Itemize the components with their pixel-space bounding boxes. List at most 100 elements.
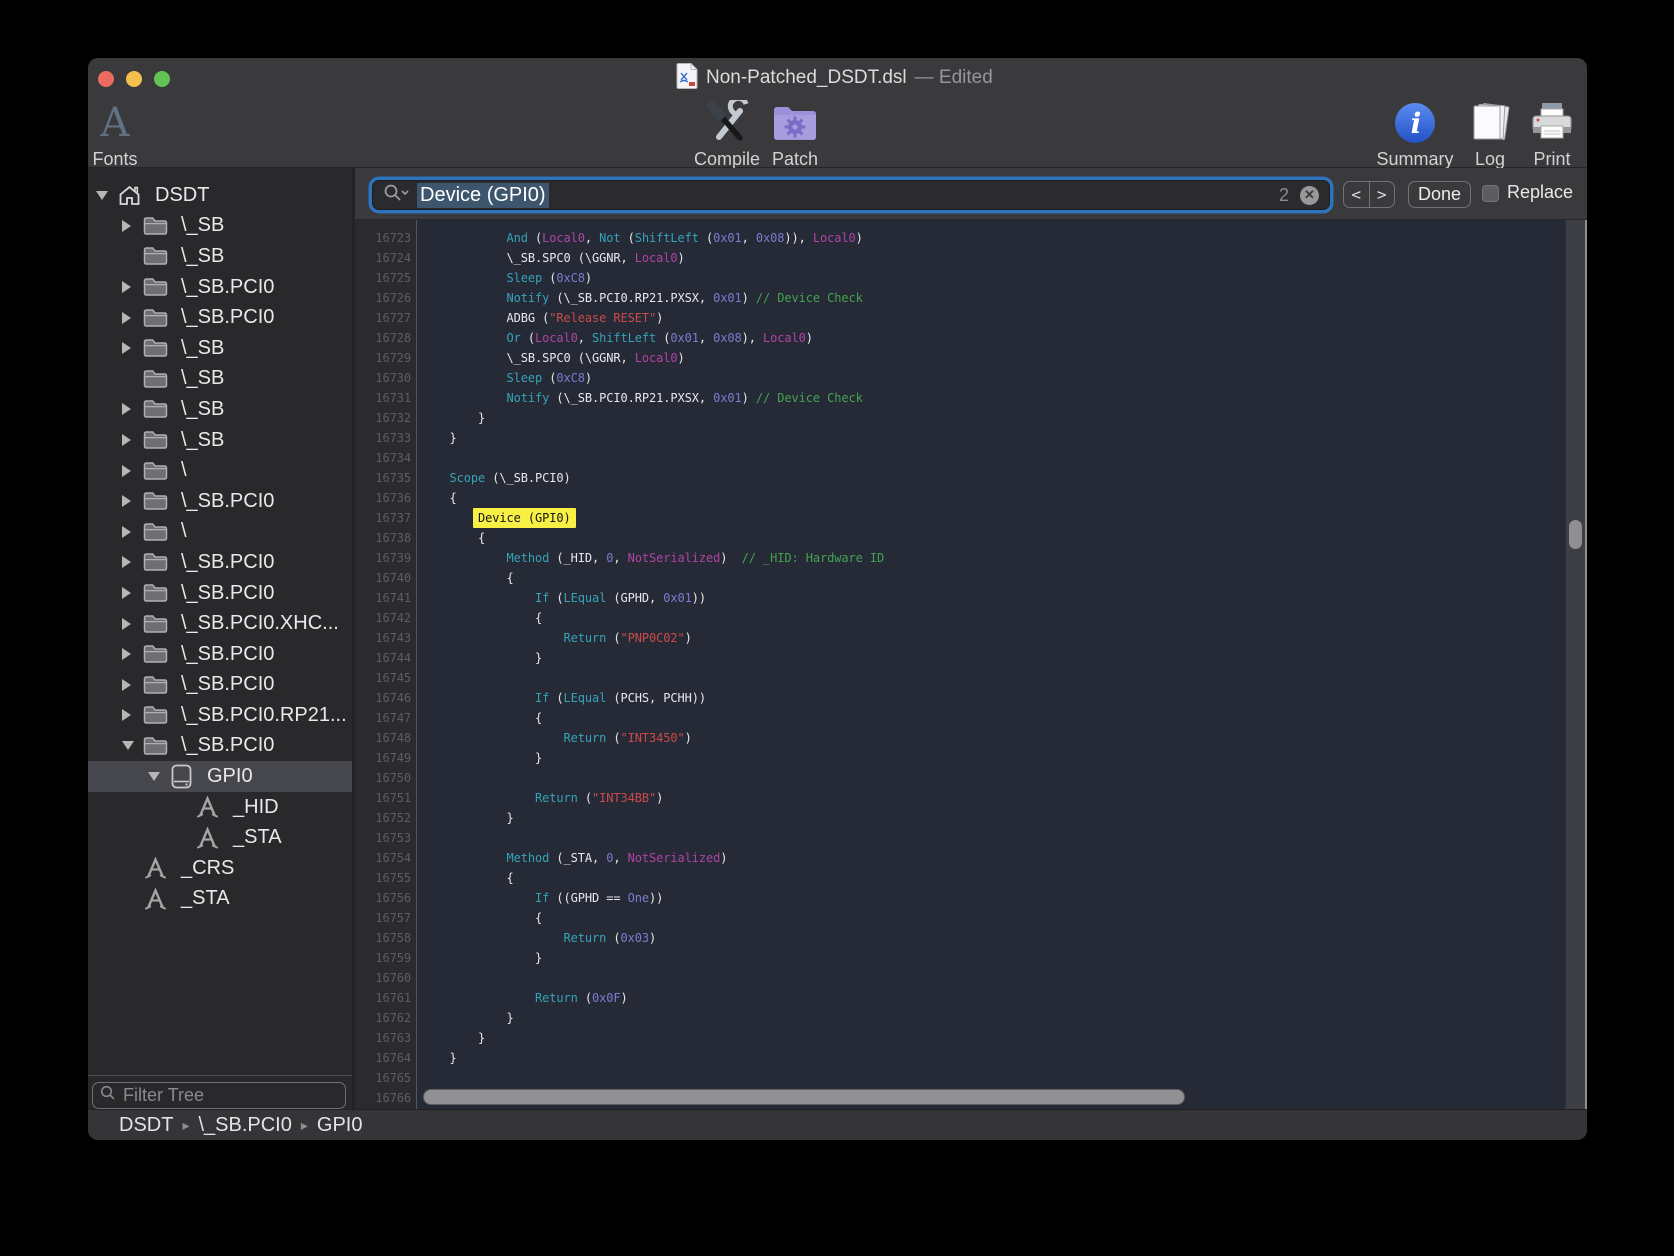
code-line[interactable]: If ((GPHD == One)) [421, 888, 1565, 908]
tree-item-sta[interactable]: _STA [88, 822, 352, 853]
patch-button[interactable]: Patch [760, 98, 830, 170]
done-button[interactable]: Done [1408, 181, 1471, 208]
disclosure-triangle-icon[interactable] [122, 679, 143, 691]
code-line[interactable]: Method (_STA, 0, NotSerialized) [421, 848, 1565, 868]
code-line[interactable]: Sleep (0xC8) [421, 268, 1565, 288]
breadcrumb-item[interactable]: DSDT [119, 1114, 173, 1137]
code-line[interactable]: { [421, 568, 1565, 588]
compile-button[interactable]: Compile [692, 98, 762, 170]
fonts-button[interactable]: A Fonts [88, 98, 150, 170]
clear-search-button[interactable]: ✕ [1300, 186, 1319, 205]
disclosure-triangle-icon[interactable] [122, 526, 143, 538]
disclosure-triangle-icon[interactable] [122, 312, 143, 324]
code-line[interactable]: { [421, 908, 1565, 928]
code-line[interactable]: { [421, 528, 1565, 548]
code-line[interactable]: } [421, 648, 1565, 668]
tree-item-sta[interactable]: _STA [88, 884, 352, 915]
code-line[interactable]: Or (Local0, ShiftLeft (0x01, 0x08), Loca… [421, 328, 1565, 348]
code-line[interactable] [421, 968, 1565, 988]
code-line[interactable]: Method (_HID, 0, NotSerialized) // _HID:… [421, 548, 1565, 568]
disclosure-triangle-icon[interactable] [122, 403, 143, 415]
tree-item-sbpci0[interactable]: \_SB.PCI0 [88, 272, 352, 303]
tree-item-sb[interactable]: \_SB [88, 394, 352, 425]
code-line[interactable]: ADBG ("Release RESET") [421, 308, 1565, 328]
tree-item-dsdt[interactable]: DSDT [88, 180, 352, 211]
code-line[interactable] [421, 668, 1565, 688]
code-line[interactable]: Return ("INT3450") [421, 728, 1565, 748]
code-line[interactable]: Return (0x03) [421, 928, 1565, 948]
tree-item-hid[interactable]: _HID [88, 792, 352, 823]
code-line[interactable]: { [421, 488, 1565, 508]
tree-item-sb[interactable]: \_SB [88, 333, 352, 364]
code-line[interactable]: } [421, 1028, 1565, 1048]
tree-item-sbpci0[interactable]: \_SB.PCI0 [88, 578, 352, 609]
code-editor[interactable]: 1672316724167251672616727167281672916730… [355, 220, 1587, 1109]
tree-item-sb[interactable]: \_SB [88, 241, 352, 272]
vertical-scrollbar-track[interactable] [1565, 220, 1587, 1109]
disclosure-triangle-icon[interactable] [122, 434, 143, 446]
disclosure-triangle-icon[interactable] [122, 342, 143, 354]
tree-item-sbpci0rp21[interactable]: \_SB.PCI0.RP21... [88, 700, 352, 731]
disclosure-triangle-icon[interactable] [122, 281, 143, 293]
disclosure-triangle-icon[interactable] [122, 465, 143, 477]
log-button[interactable]: Log [1455, 98, 1525, 170]
code-line[interactable]: { [421, 708, 1565, 728]
code-line[interactable]: Notify (\_SB.PCI0.RP21.PXSX, 0x01) // De… [421, 388, 1565, 408]
code-line[interactable]: Scope (\_SB.PCI0) [421, 468, 1565, 488]
code-line[interactable]: Return (0x0F) [421, 988, 1565, 1008]
code-line[interactable]: } [421, 1008, 1565, 1028]
tree-item-sbpci0[interactable]: \_SB.PCI0 [88, 302, 352, 333]
tree-item-sbpci0[interactable]: \_SB.PCI0 [88, 639, 352, 670]
disclosure-triangle-icon[interactable] [122, 220, 143, 232]
print-button[interactable]: Print [1517, 98, 1587, 170]
tree-item-[interactable]: \ [88, 517, 352, 548]
vertical-scrollbar-thumb[interactable] [1569, 520, 1582, 549]
zoom-window-button[interactable] [154, 71, 170, 87]
disclosure-triangle-icon[interactable] [122, 556, 143, 568]
code-line[interactable]: Return ("PNP0C02") [421, 628, 1565, 648]
code-line[interactable]: Notify (\_SB.PCI0.RP21.PXSX, 0x01) // De… [421, 288, 1565, 308]
tree-item-sbpci0xhc[interactable]: \_SB.PCI0.XHC... [88, 608, 352, 639]
find-previous-button[interactable]: < [1344, 182, 1370, 207]
code-line[interactable]: } [421, 408, 1565, 428]
search-input[interactable]: Device (GPI0) 2 ✕ [372, 180, 1330, 210]
code-line[interactable]: And (Local0, Not (ShiftLeft (0x01, 0x08)… [421, 228, 1565, 248]
tree-item-sbpci0[interactable]: \_SB.PCI0 [88, 670, 352, 701]
code-line[interactable] [421, 1068, 1565, 1088]
tree-item-sbpci0[interactable]: \_SB.PCI0 [88, 486, 352, 517]
disclosure-triangle-icon[interactable] [122, 587, 143, 599]
tree-item-sb[interactable]: \_SB [88, 211, 352, 242]
code-line[interactable]: } [421, 428, 1565, 448]
code-line[interactable]: \_SB.SPC0 (\GGNR, Local0) [421, 248, 1565, 268]
find-next-button[interactable]: > [1370, 182, 1395, 207]
code-line[interactable] [421, 828, 1565, 848]
disclosure-triangle-icon[interactable] [122, 709, 143, 721]
tree-item-sb[interactable]: \_SB [88, 364, 352, 395]
code-line[interactable] [421, 448, 1565, 468]
disclosure-triangle-icon[interactable] [96, 191, 117, 200]
code-line[interactable]: { [421, 868, 1565, 888]
tree-item-crs[interactable]: _CRS [88, 853, 352, 884]
disclosure-triangle-icon[interactable] [148, 772, 169, 781]
replace-checkbox[interactable] [1482, 185, 1499, 202]
breadcrumb-item[interactable]: \_SB.PCI0 [198, 1114, 291, 1137]
filter-tree-input[interactable]: Filter Tree [92, 1082, 346, 1109]
code-line[interactable]: } [421, 948, 1565, 968]
code-line[interactable]: Sleep (0xC8) [421, 368, 1565, 388]
code-line[interactable]: } [421, 808, 1565, 828]
code-line[interactable]: } [421, 748, 1565, 768]
code-line[interactable]: { [421, 608, 1565, 628]
tree-item-sbpci0[interactable]: \_SB.PCI0 [88, 731, 352, 762]
tree-item-sb[interactable]: \_SB [88, 425, 352, 456]
code-pane[interactable]: And (Local0, Not (ShiftLeft (0x01, 0x08)… [418, 220, 1565, 1109]
code-line[interactable]: Device (GPI0) [421, 508, 1565, 528]
tree-item-[interactable]: \ [88, 455, 352, 486]
close-window-button[interactable] [98, 71, 114, 87]
code-line[interactable]: \_SB.SPC0 (\GGNR, Local0) [421, 348, 1565, 368]
code-line[interactable]: Return ("INT34BB") [421, 788, 1565, 808]
disclosure-triangle-icon[interactable] [122, 495, 143, 507]
disclosure-triangle-icon[interactable] [122, 618, 143, 630]
code-line[interactable]: If (LEqual (PCHS, PCHH)) [421, 688, 1565, 708]
minimize-window-button[interactable] [126, 71, 142, 87]
tree-item-sbpci0[interactable]: \_SB.PCI0 [88, 547, 352, 578]
